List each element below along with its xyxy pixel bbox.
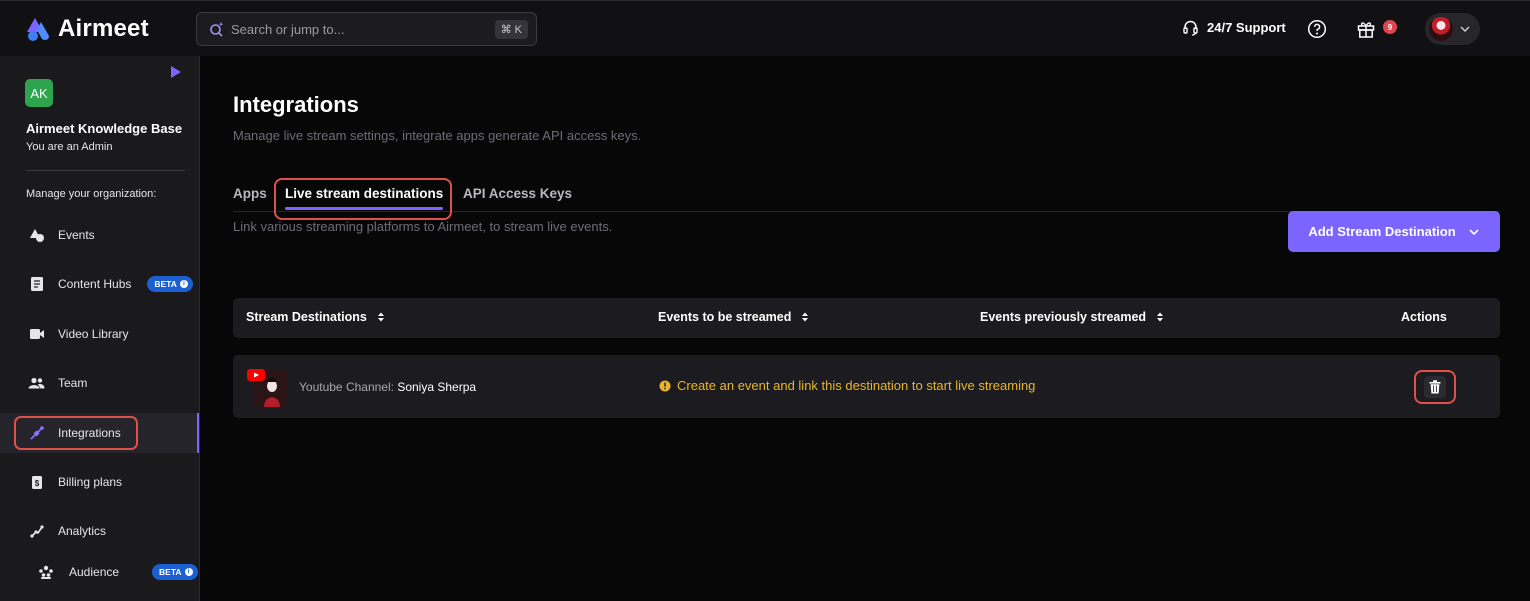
active-tab-indicator xyxy=(285,207,443,210)
notification-badge: 9 xyxy=(1383,20,1397,34)
tab-apps[interactable]: Apps xyxy=(233,186,267,201)
support-label: 24/7 Support xyxy=(1207,20,1286,35)
sidebar-item-events[interactable]: Events xyxy=(0,215,199,255)
video-camera-icon xyxy=(28,326,45,343)
airmeet-logo-icon xyxy=(27,18,49,41)
info-icon: i xyxy=(184,568,193,576)
channel-name: Soniya Sherpa xyxy=(397,380,477,394)
column-label: Events to be streamed xyxy=(658,310,792,324)
manage-label: Manage your organization: xyxy=(26,188,157,200)
sort-icon xyxy=(377,312,384,322)
column-label: Stream Destinations xyxy=(246,310,367,324)
channel-label: Youtube Channel: Soniya Sherpa xyxy=(299,380,476,394)
sidebar: AK Airmeet Knowledge Base You are an Adm… xyxy=(0,56,200,601)
sidebar-item-label: Events xyxy=(58,228,95,242)
beta-badge: BETA i xyxy=(147,276,193,292)
column-header-actions: Actions xyxy=(1401,310,1447,324)
headset-icon xyxy=(1183,20,1198,36)
avatar xyxy=(1429,17,1453,41)
svg-text:$: $ xyxy=(34,479,39,488)
sidebar-item-video-library[interactable]: Video Library xyxy=(0,314,199,354)
beta-badge: BETA i xyxy=(152,564,198,580)
sidebar-item-integrations[interactable]: Integrations xyxy=(0,413,199,453)
sidebar-item-label: Integrations xyxy=(58,426,121,440)
org-avatar: AK xyxy=(25,79,53,107)
sort-icon xyxy=(1157,312,1164,322)
page-subtitle: Manage live stream settings, integrate a… xyxy=(233,128,642,143)
beta-label: BETA xyxy=(159,567,182,577)
brand-name: Airmeet xyxy=(58,15,149,42)
chevron-down-icon xyxy=(1460,26,1470,33)
keyboard-shortcut: ⌘ K xyxy=(494,19,528,39)
help-icon[interactable] xyxy=(1307,19,1327,39)
sidebar-item-label: Content Hubs xyxy=(58,277,132,291)
add-button-label: Add Stream Destination xyxy=(1308,224,1456,239)
page-title: Integrations xyxy=(233,92,359,117)
support-link[interactable]: 24/7 Support xyxy=(1182,19,1286,36)
column-label: Actions xyxy=(1401,310,1447,324)
streaming-notice: Create an event and link this destinatio… xyxy=(659,378,1035,393)
search-input[interactable] xyxy=(231,21,495,37)
column-label: Events previously streamed xyxy=(980,310,1147,324)
table-row: Youtube Channel: Soniya Sherpa Create an… xyxy=(233,355,1500,418)
column-header-events-to-be-streamed[interactable]: Events to be streamed xyxy=(658,310,809,324)
trash-icon xyxy=(1429,380,1441,394)
org-name: Airmeet Knowledge Base xyxy=(26,121,183,136)
org-role: You are an Admin xyxy=(26,141,113,153)
search-bar[interactable]: ⌘ K xyxy=(196,12,537,46)
billing-icon: $ xyxy=(28,474,45,491)
profile-menu[interactable] xyxy=(1425,13,1480,45)
sidebar-item-team[interactable]: Team xyxy=(0,363,199,403)
airmeet-logo[interactable]: Airmeet xyxy=(26,15,149,43)
chevron-down-icon xyxy=(1469,228,1479,235)
sidebar-item-billing-plans[interactable]: $ Billing plans xyxy=(0,462,199,502)
beta-label: BETA xyxy=(154,279,177,289)
sidebar-item-label: Video Library xyxy=(58,327,129,341)
sidebar-item-label: Analytics xyxy=(58,524,107,538)
sidebar-divider xyxy=(26,170,185,171)
add-stream-destination-button[interactable]: Add Stream Destination xyxy=(1288,211,1500,252)
sort-icon xyxy=(802,312,809,322)
analytics-icon xyxy=(28,523,45,540)
sidebar-item-content-hubs[interactable]: Content Hubs BETA i xyxy=(0,264,199,304)
delete-destination-button[interactable] xyxy=(1414,370,1456,404)
delete-button-inner xyxy=(1424,376,1446,398)
sidebar-item-audience[interactable]: Audience BETA i xyxy=(0,552,199,592)
events-icon xyxy=(28,227,45,244)
warning-info-icon xyxy=(659,380,671,391)
youtube-icon xyxy=(247,369,265,381)
channel-prefix: Youtube Channel: xyxy=(299,380,394,394)
integrations-plug-icon xyxy=(28,425,45,442)
tab-live-stream-destinations[interactable]: Live stream destinations xyxy=(285,186,443,201)
sidebar-item-label: Team xyxy=(58,376,88,390)
document-icon xyxy=(28,276,45,293)
top-bar: Airmeet ⌘ K 24/7 Support 9 xyxy=(0,0,1530,56)
notice-text: Create an event and link this destinatio… xyxy=(677,378,1036,393)
gift-icon[interactable] xyxy=(1356,19,1376,39)
sidebar-item-label: Audience xyxy=(69,565,120,579)
column-header-events-previously-streamed[interactable]: Events previously streamed xyxy=(980,310,1164,324)
collapse-sidebar-icon[interactable] xyxy=(170,65,182,79)
table-header: Stream Destinations Events to be streame… xyxy=(233,298,1500,338)
team-icon xyxy=(28,375,45,392)
tab-description: Link various streaming platforms to Airm… xyxy=(233,219,613,234)
info-icon: i xyxy=(179,280,188,288)
audience-icon xyxy=(37,564,54,581)
sidebar-item-analytics[interactable]: Analytics xyxy=(0,511,199,551)
sidebar-item-label: Billing plans xyxy=(58,475,123,489)
tab-api-access-keys[interactable]: API Access Keys xyxy=(463,186,572,201)
search-icon xyxy=(210,22,224,37)
column-header-stream-destinations[interactable]: Stream Destinations xyxy=(246,310,385,324)
